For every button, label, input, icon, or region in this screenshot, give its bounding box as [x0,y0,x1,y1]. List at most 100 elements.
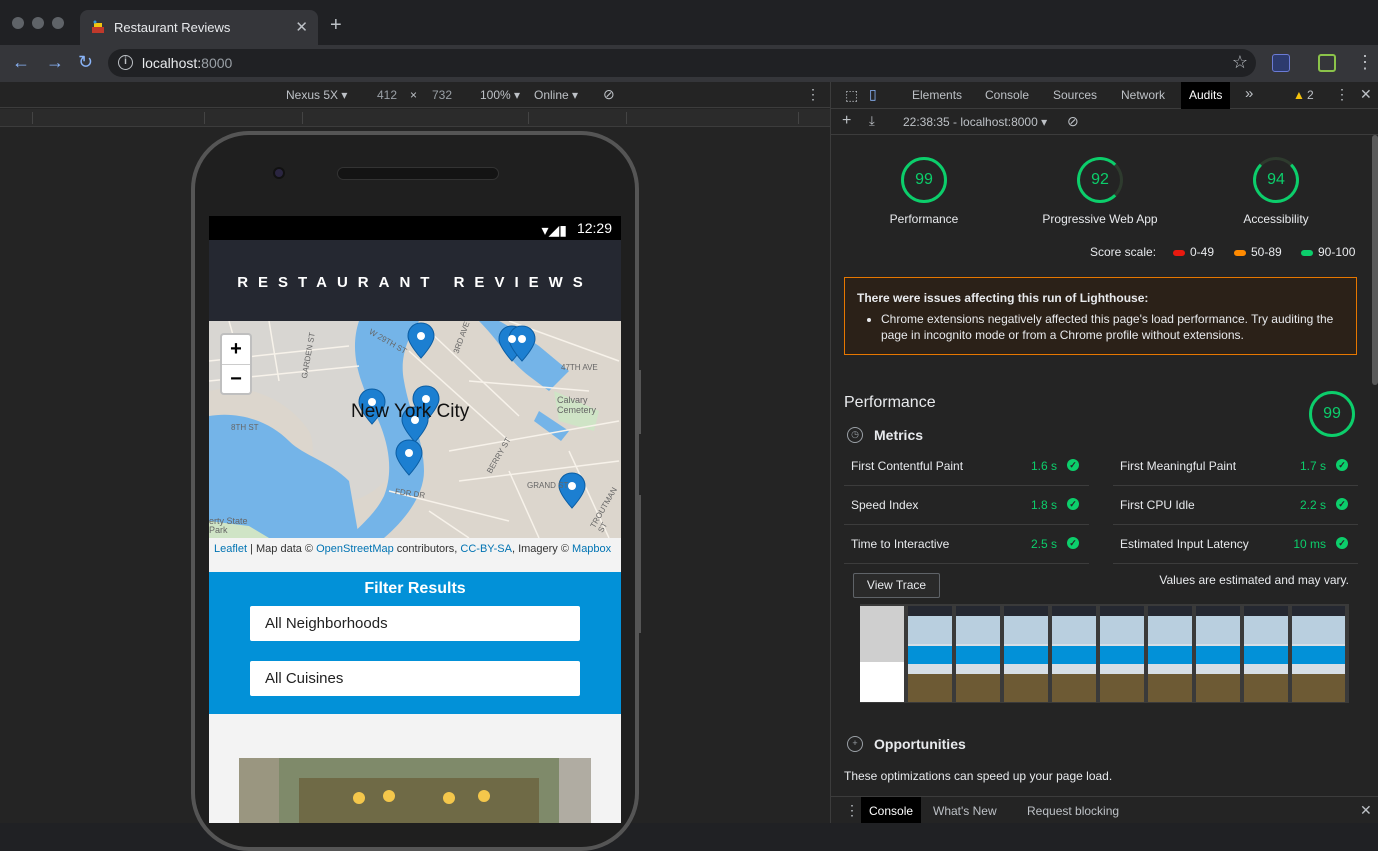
new-audit-icon[interactable]: + [842,112,851,130]
warning-item: Chrome extensions negatively affected th… [881,311,1344,343]
scale-high: 90-100 [1301,245,1355,259]
device-toolbar-menu-icon[interactable]: ⋮ [806,86,820,103]
check-icon: ✓ [1336,459,1348,471]
audits-toolbar: + ⤓ 22:38:35 - localhost:8000 ▾ ⊘ [831,109,1378,135]
filmstrip-frame [860,606,906,702]
bookmark-star-icon[interactable]: ☆ [1232,52,1248,73]
devtools-menu-icon[interactable]: ⋮ [1335,86,1349,103]
warning-icon[interactable]: ▲ [1293,88,1305,102]
site-header[interactable]: RESTAURANT REVIEWS [209,240,621,321]
device-width[interactable]: 412 [377,88,397,102]
drawer-tab-request-blocking[interactable]: Request blocking [1027,804,1119,818]
minimize-window-button[interactable] [32,17,44,29]
filmstrip-frame [1100,606,1146,702]
opportunities-icon: + [847,736,863,752]
neighborhoods-select[interactable]: All Neighborhoods [250,606,580,641]
status-time: 12:29 [576,220,612,236]
map-tiles [209,321,621,538]
phone-button [637,495,641,633]
cuisines-select[interactable]: All Cuisines [250,661,580,696]
devtools-panel: ⬚ ▯ Elements Console Sources Network Aud… [830,82,1378,823]
reload-icon[interactable]: ↻ [78,53,93,71]
opportunities-title: Opportunities [874,736,966,752]
cc-by-sa-link[interactable]: CC-BY-SA [460,543,512,555]
mapbox-link[interactable]: Mapbox [572,543,611,555]
drawer-menu-icon[interactable]: ⋮ [845,802,859,819]
report-selector[interactable]: 22:38:35 - localhost:8000 ▾ [903,115,1047,129]
tab-console[interactable]: Console [985,88,1029,102]
gauge-label: Progressive Web App [1042,212,1158,226]
close-drawer-icon[interactable]: ✕ [1360,802,1372,819]
device-select[interactable]: Nexus 5X ▾ [286,88,347,102]
metric-row: First CPU Idle 2.2 s ✓ [1113,486,1358,525]
extension-icon[interactable] [1272,54,1290,72]
performance-score-gauge[interactable]: 99 [1309,391,1355,437]
zoom-out-button[interactable]: − [222,364,250,393]
url-text[interactable]: localhost:8000 [142,55,232,71]
more-tabs-icon[interactable]: » [1245,85,1253,102]
lighthouse-warning: There were issues affecting this run of … [844,277,1357,355]
tab-title: Restaurant Reviews [114,20,231,35]
android-status-bar: ▾◢▮ 12:29 [209,216,621,240]
filmstrip-frame [1244,606,1290,702]
check-icon: ✓ [1336,498,1348,510]
scale-dot-green [1301,249,1313,256]
estimated-note: Values are estimated and may vary. [1159,573,1349,587]
check-icon: ✓ [1067,537,1079,549]
restaurant-map[interactable]: GARDEN ST W 29TH ST 3RD AVE 47TH AVE Cal… [209,321,621,538]
scale-dot-orange [1234,249,1246,256]
accessibility-gauge[interactable]: 94 [1253,157,1299,203]
metrics-title: Metrics [874,427,924,443]
filmstrip-frame [1148,606,1194,702]
performance-gauge[interactable]: 99 [901,157,947,203]
phone-button [637,370,641,434]
clear-reports-icon[interactable]: ⊘ [1067,113,1079,130]
metric-row: Time to Interactive 2.5 s ✓ [844,525,1089,564]
view-trace-button[interactable]: View Trace [853,573,940,598]
warnings-count[interactable]: 2 [1307,88,1314,102]
close-window-button[interactable] [12,17,24,29]
check-icon: ✓ [1336,537,1348,549]
address-bar[interactable]: i localhost:8000 ☆ [108,49,1256,77]
metric-row: First Contentful Paint 1.6 s ✓ [844,447,1089,486]
media-query-ruler[interactable] [0,109,830,127]
tab-elements[interactable]: Elements [912,88,962,102]
tab-audits[interactable]: Audits [1181,82,1231,109]
restaurant-image [239,758,591,823]
extension-android-icon[interactable] [1318,54,1336,72]
browser-menu-icon[interactable]: ⋮ [1356,53,1374,71]
leaflet-link[interactable]: Leaflet [214,543,247,555]
inspect-element-icon[interactable]: ⬚ [845,87,858,104]
drawer-tab-console[interactable]: Console [861,797,922,823]
phone-camera [273,167,285,179]
forward-arrow-icon[interactable]: → [46,53,64,71]
device-height[interactable]: 732 [432,88,452,102]
device-toggle-icon[interactable]: ▯ [869,86,877,103]
pwa-gauge[interactable]: 92 [1077,157,1123,203]
openstreetmap-link[interactable]: OpenStreetMap [316,543,394,555]
map-label: 8TH ST [231,423,259,432]
filter-panel: Filter Results All Neighborhoods All Cui… [209,572,621,714]
throttle-select[interactable]: Online ▾ [534,88,578,102]
browser-toolbar: ← → ↻ i localhost:8000 ☆ ⋮ [0,45,1378,82]
tab-sources[interactable]: Sources [1053,88,1097,102]
maximize-window-button[interactable] [52,17,64,29]
back-arrow-icon[interactable]: ← [12,53,30,71]
zoom-select[interactable]: 100% ▾ [480,88,520,102]
attribution-text: , Imagery © [511,543,573,555]
drawer-tab-whats-new[interactable]: What's New [933,804,997,818]
download-report-icon[interactable]: ⤓ [869,113,875,129]
close-tab-icon[interactable]: ✕ [295,18,308,36]
restaurant-favicon-icon [92,20,104,33]
rotate-icon[interactable]: ⊘ [603,86,615,103]
close-devtools-icon[interactable]: ✕ [1360,86,1372,103]
report-scrollbar[interactable] [1372,135,1378,385]
map-attribution: Leaflet | Map data © OpenStreetMap contr… [209,538,621,572]
info-icon[interactable]: i [118,55,133,70]
new-tab-button[interactable]: + [330,15,342,35]
score-scale-label: Score scale: [1090,245,1157,259]
restaurant-photo[interactable] [239,758,591,823]
browser-tab[interactable]: Restaurant Reviews ✕ [80,10,318,45]
tab-network[interactable]: Network [1121,88,1165,102]
zoom-in-button[interactable]: + [222,335,250,364]
